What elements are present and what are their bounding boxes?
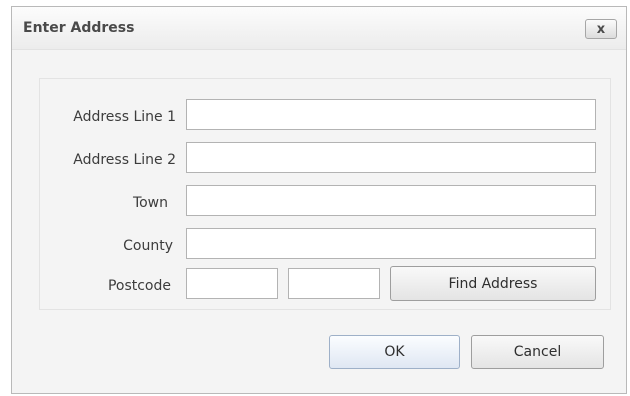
postcode-label: Postcode	[107, 278, 171, 294]
county-input[interactable]	[186, 228, 596, 259]
ok-button[interactable]: OK	[329, 335, 460, 369]
town-label: Town	[132, 195, 168, 211]
find-address-button[interactable]: Find Address	[390, 266, 596, 301]
postcode-part2-input[interactable]	[288, 268, 380, 299]
postcode-part1-input[interactable]	[186, 268, 278, 299]
dialog-title: Enter Address	[23, 20, 135, 36]
close-icon: x	[596, 21, 606, 37]
dialog-titlebar: Enter Address x	[12, 7, 626, 50]
enter-address-dialog: Enter Address x Address Line 1 Address L…	[11, 6, 627, 394]
address-line-1-label: Address Line 1	[73, 109, 176, 125]
town-input[interactable]	[186, 185, 596, 216]
close-button[interactable]: x	[585, 19, 617, 39]
county-label: County	[123, 238, 173, 254]
address-line-1-input[interactable]	[186, 99, 596, 130]
address-line-2-input[interactable]	[186, 142, 596, 173]
cancel-button[interactable]: Cancel	[471, 335, 604, 369]
address-line-2-label: Address Line 2	[73, 152, 176, 168]
